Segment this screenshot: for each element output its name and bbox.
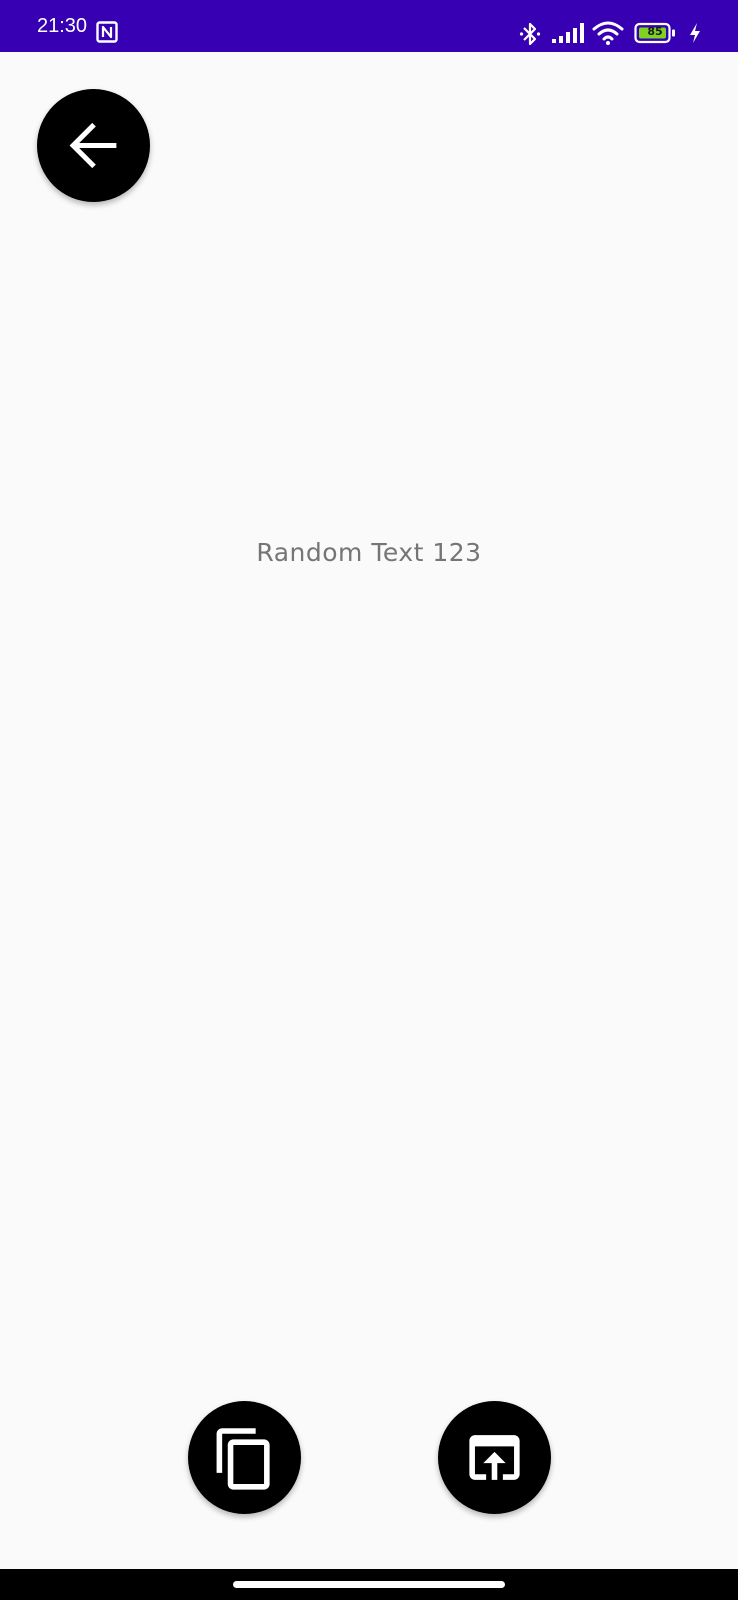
- content-text: Random Text 123: [256, 538, 482, 567]
- status-bar: 21:30 85: [0, 0, 738, 52]
- bluetooth-icon: [519, 22, 541, 46]
- navigation-bar: [0, 1569, 738, 1600]
- copy-icon: [216, 1428, 270, 1490]
- wifi-icon: [592, 21, 624, 45]
- open-button[interactable]: [438, 1401, 551, 1514]
- signal-icon: [552, 23, 584, 43]
- battery-level: 85: [647, 25, 663, 38]
- copy-button[interactable]: [188, 1401, 301, 1514]
- home-indicator[interactable]: [233, 1581, 505, 1588]
- nfc-icon: [96, 21, 118, 43]
- arrow-left-icon: [69, 122, 117, 169]
- open-in-icon: [469, 1435, 520, 1480]
- status-time: 21:30: [37, 15, 88, 37]
- back-button[interactable]: [37, 89, 150, 202]
- charging-icon: [690, 23, 700, 43]
